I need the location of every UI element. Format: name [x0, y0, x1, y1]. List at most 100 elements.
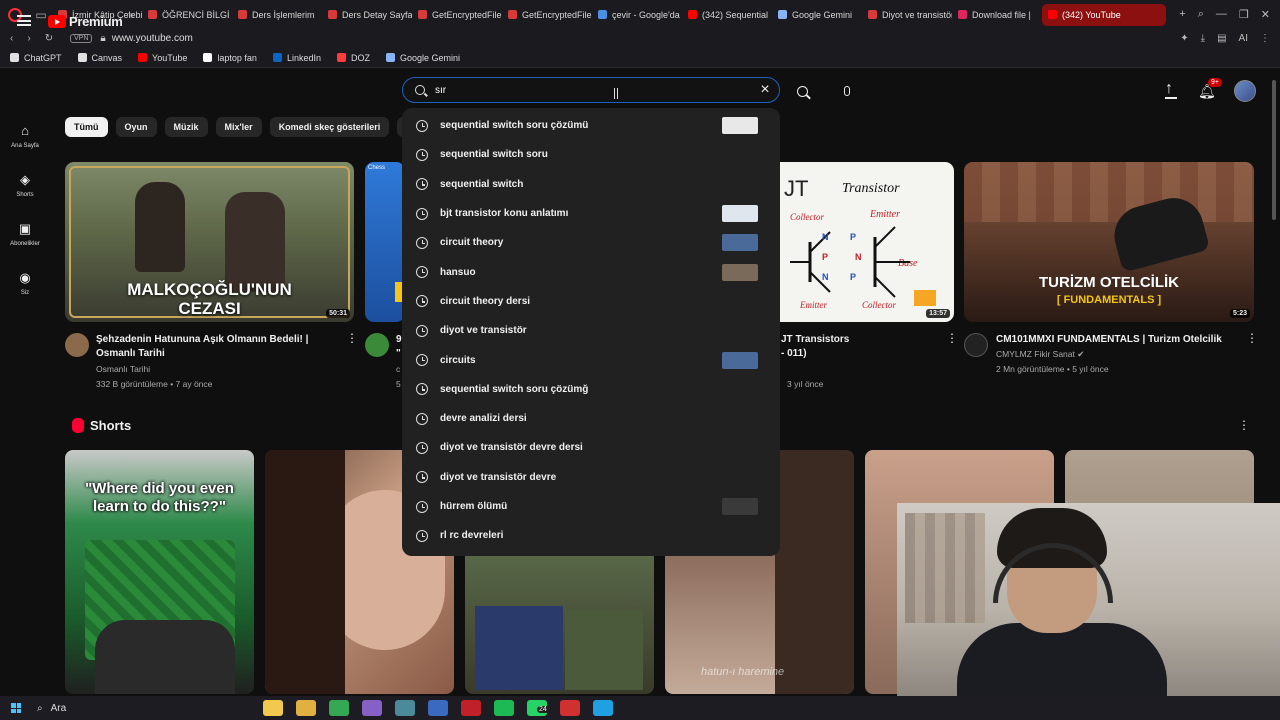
bookmark-item[interactable]: Google Gemini — [385, 53, 460, 63]
browser-tab[interactable]: (342) YouTube — [1042, 3, 1166, 26]
channel-name[interactable]: Osmanlı Tarihi — [96, 362, 150, 376]
forward-button[interactable]: › — [27, 33, 30, 44]
guide-item-shorts[interactable]: ◈ Shorts — [0, 161, 50, 210]
youtube-premium-logo[interactable]: Premium TR — [48, 14, 134, 29]
filter-chip[interactable]: Tümü — [65, 117, 108, 137]
taskbar-app-app-6[interactable] — [428, 700, 448, 716]
taskbar-app-chrome[interactable] — [329, 700, 349, 716]
guide-item-home[interactable]: ⌂ Ana Sayfa — [0, 112, 50, 161]
search-tabs-icon[interactable]: ⌕ — [1198, 8, 1204, 21]
filter-chip[interactable]: Komedi skeç gösterileri — [269, 117, 390, 137]
back-button[interactable]: ‹ — [10, 33, 13, 44]
search-suggestion[interactable]: bjt transistor konu anlatımı — [402, 199, 780, 228]
page-scrollbar[interactable] — [1272, 80, 1276, 220]
taskbar-app-folder[interactable] — [296, 700, 316, 716]
new-tab-button[interactable]: + — [1179, 8, 1185, 21]
search-suggestion[interactable]: diyot ve transistör devre dersi — [402, 433, 780, 462]
search-suggestion[interactable]: circuit theory — [402, 228, 780, 257]
voice-search-button[interactable] — [836, 80, 858, 102]
bookmark-item[interactable]: YouTube — [138, 53, 187, 63]
channel-name[interactable]: CMYLMZ Fikir Sanat ✔ — [996, 347, 1084, 361]
url-field[interactable]: www.youtube.com — [112, 33, 193, 44]
taskbar-app-whatsapp[interactable]: 24 — [527, 700, 549, 716]
guide-item-you[interactable]: ◉ Siz — [0, 259, 50, 308]
search-suggestion[interactable]: rl rc devreleri — [402, 521, 780, 550]
browser-tab[interactable]: GetEncryptedFile — [412, 4, 502, 26]
taskbar-app-edge[interactable] — [593, 700, 613, 716]
bookmark-item[interactable]: ChatGPT — [10, 53, 62, 63]
taskbar-app-visual-studio[interactable] — [362, 700, 382, 716]
browser-tab[interactable]: ÖĞRENCİ BİLGİ — [142, 4, 232, 26]
search-suggestion[interactable]: sequential switch soru çözümğ — [402, 375, 780, 404]
taskbar-app-file-explorer[interactable] — [263, 700, 283, 716]
browser-tab[interactable]: Ders Detay Sayfa — [322, 4, 412, 26]
video-thumbnail[interactable]: JT Transistor Collector Emitter Base Emi… — [780, 162, 954, 322]
guide-item-subscriptions[interactable]: ▣ Abonelikler — [0, 210, 50, 259]
close-window-button[interactable]: ✕ — [1261, 8, 1270, 21]
short-thumbnail[interactable]: "Where did you even learn to do this??" — [65, 450, 254, 694]
more-actions-icon[interactable]: ⋮ — [1246, 332, 1258, 344]
search-input[interactable] — [435, 84, 735, 96]
video-thumbnail[interactable]: MALKOÇOĞLU'NUN CEZASI 50:31 — [65, 162, 354, 322]
wallet-icon[interactable]: ▤ — [1217, 33, 1226, 44]
video-title[interactable]: JT Transistors - 011) — [781, 333, 931, 361]
shorts-more-icon[interactable]: ⋮ — [1238, 419, 1250, 431]
search-button[interactable] — [789, 81, 815, 101]
browser-tab[interactable]: Ders İşlemlerim — [232, 4, 322, 26]
search-suggestion[interactable]: sequential switch soru — [402, 140, 780, 169]
browser-tab[interactable]: Download file | — [952, 4, 1042, 26]
reload-button[interactable]: ↻ — [45, 33, 53, 44]
windows-start-icon[interactable] — [11, 703, 21, 713]
video-title[interactable]: CM101MMXI FUNDAMENTALS | Turizm Otelcili… — [996, 333, 1236, 347]
taskbar-app-opera[interactable] — [461, 700, 481, 716]
more-actions-icon[interactable]: ⋮ — [946, 332, 958, 344]
taskbar-app-app-10[interactable] — [560, 700, 580, 716]
guide-menu-icon[interactable] — [17, 15, 31, 26]
search-suggestion[interactable]: devre analizi dersi — [402, 404, 780, 433]
video-thumbnail[interactable]: Chess — [365, 162, 405, 322]
browser-tab[interactable]: GetEncryptedFile — [502, 4, 592, 26]
browser-tab[interactable]: (342) Sequential — [682, 4, 772, 26]
bookmark-item[interactable]: LinkedIn — [272, 53, 321, 63]
taskbar-app-spotify[interactable] — [494, 700, 514, 716]
bookmark-item[interactable]: DOZ — [336, 53, 370, 63]
minimize-button[interactable]: — — [1216, 8, 1227, 21]
video-title[interactable]: Şehzadenin Hatununa Aşık Olmanın Bedeli!… — [96, 333, 336, 361]
search-suggestion[interactable]: circuit theory dersi — [402, 287, 780, 316]
search-suggestion[interactable]: hansuo — [402, 257, 780, 286]
channel-avatar[interactable] — [65, 333, 89, 357]
mini-guide: ⌂ Ana Sayfa ◈ Shorts ▣ Abonelikler ◉ Siz — [0, 112, 50, 308]
taskbar-app-app-5[interactable] — [395, 700, 415, 716]
filter-chip[interactable]: Müzik — [164, 117, 208, 137]
search-box[interactable]: × — [402, 77, 780, 103]
browser-tab[interactable]: Google Gemini — [772, 4, 862, 26]
bookmark-item[interactable]: laptop fan — [203, 53, 257, 63]
more-actions-icon[interactable]: ⋮ — [346, 332, 358, 344]
search-suggestion[interactable]: hürrem ölümü — [402, 492, 780, 521]
search-suggestion[interactable]: circuits — [402, 345, 780, 374]
filter-chip[interactable]: Oyun — [115, 117, 157, 137]
menu-icon[interactable]: ⋮ — [1260, 33, 1270, 44]
clear-search-button[interactable]: × — [757, 82, 773, 98]
ai-button[interactable]: AI — [1239, 33, 1248, 44]
browser-tab[interactable]: çevir - Google'da — [592, 4, 682, 26]
account-avatar[interactable] — [1234, 80, 1256, 102]
taskbar-search[interactable]: ⌕ Ara — [37, 703, 207, 714]
channel-avatar[interactable] — [964, 333, 988, 357]
channel-avatar[interactable] — [365, 333, 389, 357]
bookmark-item[interactable]: Canvas — [77, 53, 122, 63]
vpn-badge[interactable]: VPN — [70, 34, 93, 43]
video-thumbnail[interactable]: TURİZM OTELCİLİK [ FUNDAMENTALS ] 5:23 — [964, 162, 1254, 322]
tab-label: Download file | — [972, 9, 1031, 20]
extension-icon[interactable]: ✦ — [1180, 33, 1188, 44]
search-suggestion[interactable]: diyot ve transistör devre — [402, 463, 780, 492]
search-suggestion[interactable]: sequential switch soru çözümü — [402, 111, 780, 140]
maximize-button[interactable]: ❐ — [1239, 8, 1249, 21]
filter-chip[interactable]: Mix'ler — [215, 117, 262, 137]
browser-tab[interactable]: Diyot ve transistör — [862, 4, 952, 26]
search-suggestion[interactable]: diyot ve transistör — [402, 316, 780, 345]
notifications-button[interactable]: 🔔︎ 9+ — [1198, 78, 1222, 99]
search-suggestion[interactable]: sequential switch — [402, 170, 780, 199]
upload-icon[interactable] — [1164, 80, 1178, 99]
download-icon[interactable]: ⤓ — [1201, 33, 1205, 44]
